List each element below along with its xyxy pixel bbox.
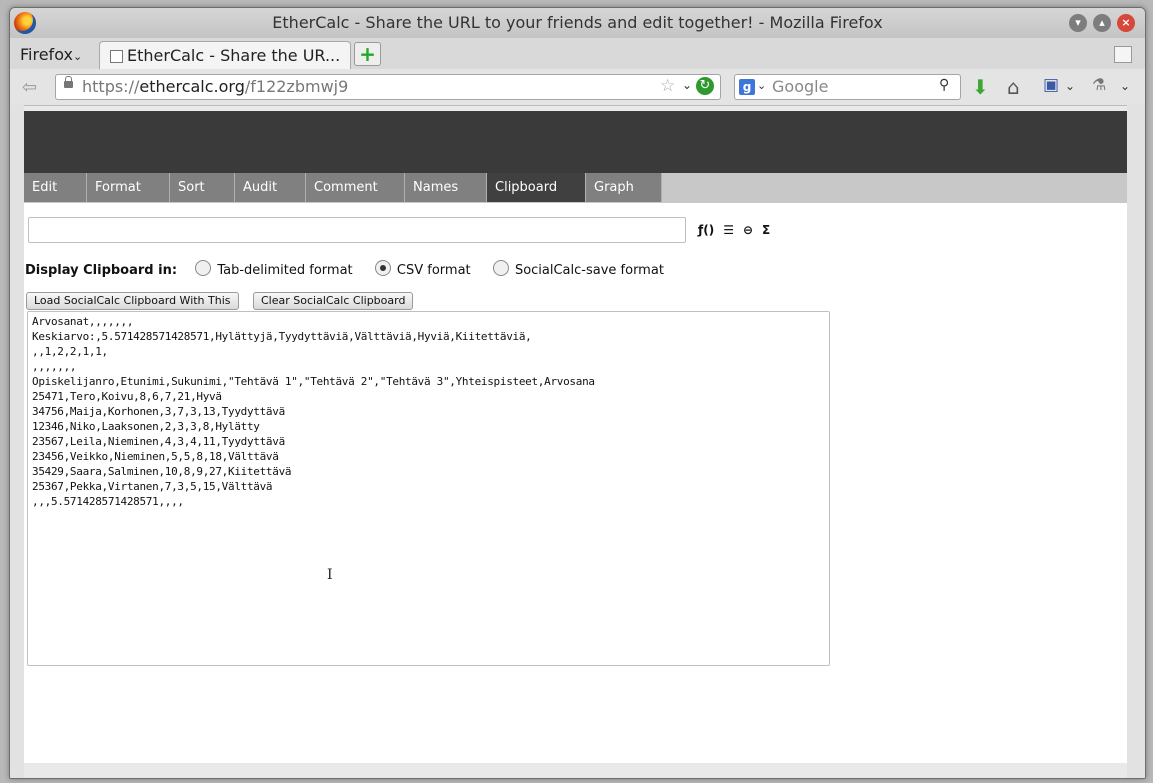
clipboard-line: Arvosanat,,,,,,, — [32, 315, 134, 328]
sum-icon[interactable]: Σ — [762, 223, 770, 237]
format-option-socialcalc[interactable]: SocialCalc-save format — [492, 260, 664, 278]
title-bar: EtherCalc - Share the URL to your friend… — [10, 8, 1145, 38]
tab-groups-icon[interactable] — [1114, 46, 1132, 63]
clipboard-line: 23567,Leila,Nieminen,4,3,4,11,Tyydyttävä — [32, 435, 285, 448]
overflow-dropdown-icon[interactable]: ⌄ — [1120, 79, 1130, 93]
function-icon[interactable]: ƒ() — [698, 223, 714, 237]
tab-delimited-radio[interactable] — [195, 260, 212, 276]
tab-audit[interactable]: Audit — [235, 173, 306, 202]
display-clipboard-label: Display Clipboard in: — [25, 263, 178, 278]
page-favicon-icon — [110, 50, 123, 63]
url-text[interactable]: https://ethercalc.org/f122zbmwj9 — [82, 77, 348, 96]
tab-names[interactable]: Names — [405, 173, 487, 202]
tab-title: EtherCalc - Share the UR... — [127, 46, 341, 65]
tab-graph[interactable]: Graph — [586, 173, 662, 202]
google-engine-icon[interactable]: g — [739, 79, 755, 95]
url-domain: ethercalc.org — [139, 77, 245, 96]
url-dropdown-icon[interactable]: ⌄ — [682, 78, 692, 92]
link-icon[interactable]: ⊖ — [743, 223, 753, 237]
tab-format[interactable]: Format — [87, 173, 170, 202]
formula-icons: ƒ() ☰ ⊖ Σ — [698, 223, 779, 237]
binoculars-icon[interactable]: ⚲ — [939, 77, 949, 93]
csv-label: CSV format — [396, 263, 471, 278]
clear-clipboard-button[interactable]: Clear SocialCalc Clipboard — [253, 292, 414, 310]
search-bar[interactable]: g ⌄ Google ⚲ — [734, 74, 961, 100]
clipboard-line: ,,,5.571428571428571,,,, — [32, 495, 184, 508]
browser-window: EtherCalc - Share the URL to your friend… — [9, 7, 1146, 779]
minimize-button[interactable]: ▾ — [1069, 14, 1087, 32]
csv-radio[interactable] — [374, 260, 391, 276]
page-margin-left — [10, 105, 24, 778]
clipboard-line: ,,,,,,, — [32, 360, 77, 373]
url-bar[interactable]: https://ethercalc.org/f122zbmwj9 ☆ ⌄ ↻ — [55, 74, 721, 100]
search-placeholder: Google — [772, 77, 829, 96]
navigation-toolbar: ⇦ https://ethercalc.org/f122zbmwj9 ☆ ⌄ ↻… — [10, 69, 1145, 106]
clipboard-line: 12346,Niko,Laaksonen,2,3,3,8,Hylätty — [32, 420, 260, 433]
url-scheme: https:// — [82, 77, 140, 96]
ethercalc-content: ƒ() ☰ ⊖ Σ Display Clipboard in: Tab-delimit… — [24, 203, 1127, 763]
clipboard-textarea[interactable]: Arvosanat,,,,,,, Keskiarvo:,5.5714285714… — [27, 311, 830, 666]
clipboard-line: Opiskelijanro,Etunimi,Sukunimi,"Tehtävä … — [32, 375, 595, 388]
tab-sort[interactable]: Sort — [170, 173, 235, 202]
formula-input[interactable] — [28, 217, 686, 243]
page-margin-right — [1127, 105, 1145, 778]
socialcalc-save-radio[interactable] — [492, 260, 509, 276]
browser-tab[interactable]: EtherCalc - Share the UR... — [99, 41, 351, 69]
engine-dropdown-icon[interactable]: ⌄ — [757, 79, 766, 92]
firefox-menu-button[interactable]: Firefox⌄ — [20, 45, 82, 64]
download-arrow-icon[interactable]: ⬇ — [972, 75, 989, 99]
clipboard-line: 25367,Pekka,Virtanen,7,3,5,15,Välttävä — [32, 480, 273, 493]
clipboard-line: Keskiarvo:,5.571428571428571,Hylättyjä,T… — [32, 330, 532, 343]
ethercalc-header — [24, 111, 1127, 173]
tab-delimited-label: Tab-delimited format — [217, 263, 353, 278]
tab-strip: Firefox⌄ EtherCalc - Share the UR... + — [10, 38, 1145, 69]
format-option-csv[interactable]: CSV format — [374, 260, 471, 278]
bookmarks-dropdown-icon[interactable]: ⌄ — [1065, 79, 1075, 93]
load-clipboard-button[interactable]: Load SocialCalc Clipboard With This — [26, 292, 239, 310]
text-align-icon[interactable]: ☰ — [723, 223, 734, 237]
reload-icon[interactable]: ↻ — [696, 77, 714, 95]
ethercalc-toolbar: Edit Format Sort Audit Comment Names Cli… — [24, 173, 1127, 203]
chevron-down-icon: ⌄ — [72, 50, 83, 63]
new-tab-button[interactable]: + — [354, 42, 381, 66]
firefox-menu-label: Firefox — [20, 45, 73, 64]
back-arrow-icon[interactable]: ⇦ — [22, 77, 37, 98]
bookmarks-icon[interactable]: ▣ — [1043, 75, 1059, 95]
eyedropper-icon[interactable]: ⚗ — [1092, 75, 1106, 94]
clipboard-line: 34756,Maija,Korhonen,3,7,3,13,Tyydyttävä — [32, 405, 285, 418]
clipboard-line: 35429,Saara,Salminen,10,8,9,27,Kiitettäv… — [32, 465, 292, 478]
clipboard-line: 23456,Veikko,Nieminen,5,5,8,18,Välttävä — [32, 450, 279, 463]
socialcalc-save-label: SocialCalc-save format — [514, 263, 664, 278]
window-title: EtherCalc - Share the URL to your friend… — [272, 13, 883, 32]
url-path: /f122zbmwj9 — [244, 77, 349, 96]
clipboard-line: 25471,Tero,Koivu,8,6,7,21,Hyvä — [32, 390, 222, 403]
maximize-button[interactable]: ▴ — [1093, 14, 1111, 32]
lock-icon — [64, 76, 73, 88]
close-button[interactable]: × — [1117, 14, 1135, 32]
tab-comment[interactable]: Comment — [306, 173, 405, 202]
home-icon[interactable]: ⌂ — [1007, 75, 1020, 99]
clipboard-format-row: Display Clipboard in: Tab-delimited form… — [25, 260, 664, 278]
tab-clipboard[interactable]: Clipboard — [487, 173, 586, 202]
bookmark-star-icon[interactable]: ☆ — [660, 76, 675, 96]
format-option-tab[interactable]: Tab-delimited format — [195, 260, 353, 278]
clipboard-line: ,,1,2,2,1,1, — [32, 345, 108, 358]
tab-edit[interactable]: Edit — [24, 173, 87, 202]
text-cursor-icon: I — [327, 567, 333, 583]
